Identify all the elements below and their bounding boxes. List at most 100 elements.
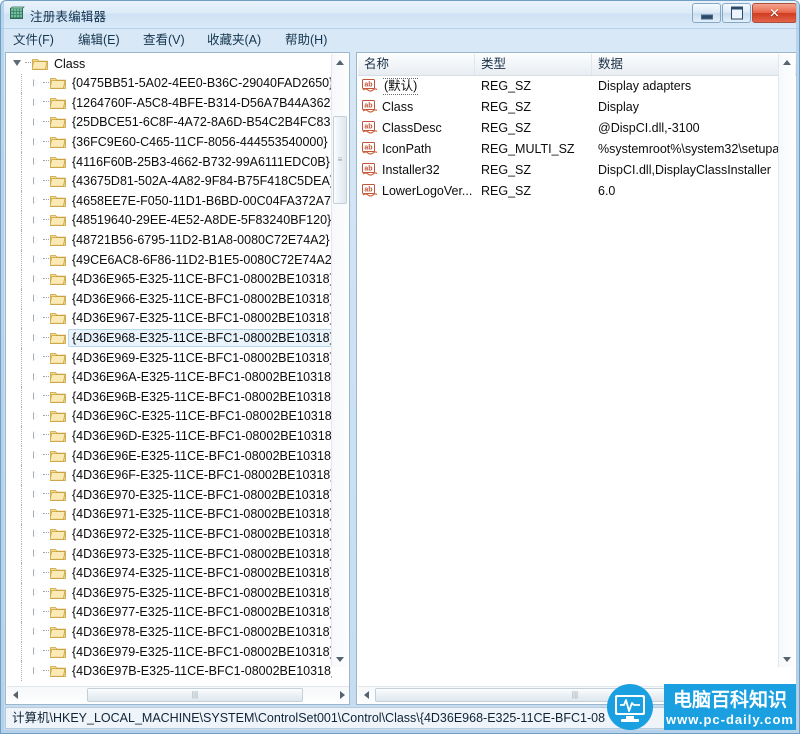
tree-node[interactable]: {4D36E970-E325-11CE-BFC1-08002BE10318} [7, 485, 332, 505]
tree-scroll-thumb[interactable]: ≡ [333, 116, 347, 204]
tree-node[interactable]: {4D36E974-E325-11CE-BFC1-08002BE10318} [7, 563, 332, 584]
tree-node[interactable]: {1264760F-A5C8-4BFE-B314-D56A7B44A362} [7, 93, 332, 113]
expander-icon[interactable] [31, 431, 40, 440]
tree-node[interactable]: {4D36E967-E325-11CE-BFC1-08002BE10318} [7, 308, 332, 329]
values-row[interactable]: ab Installer32 REG_SZ DispCI.dll,DisplayCla… [358, 160, 779, 181]
maximize-icon [730, 6, 743, 20]
expander-icon[interactable] [31, 510, 40, 519]
tree-node[interactable]: {4D36E96A-E325-11CE-BFC1-08002BE10318} [7, 367, 332, 388]
tree-node-root[interactable]: Class [7, 54, 332, 74]
tree-node[interactable]: {4D36E972-E325-11CE-BFC1-08002BE10318} [7, 524, 332, 544]
expander-icon[interactable] [31, 451, 40, 460]
expander-icon[interactable] [31, 334, 40, 343]
tree-node[interactable]: {4D36E979-E325-11CE-BFC1-08002BE10318} [7, 641, 332, 662]
tree-scroll-left-button[interactable] [7, 687, 23, 703]
tree-node[interactable]: {4D36E975-E325-11CE-BFC1-08002BE10318} [7, 583, 332, 603]
values-row[interactable]: ab Class REG_SZ Display [358, 97, 779, 118]
expander-icon[interactable] [31, 138, 40, 147]
expander-icon[interactable] [31, 157, 40, 166]
column-header-type[interactable]: 类型 [475, 54, 592, 75]
expander-icon[interactable] [31, 353, 40, 362]
tree-node[interactable]: {4D36E96D-E325-11CE-BFC1-08002BE10318} [7, 426, 332, 446]
minimize-button[interactable] [692, 3, 721, 23]
expander-icon[interactable] [31, 588, 40, 597]
menu-item-help[interactable]: 帮助(H) [279, 31, 333, 49]
expander-icon[interactable] [31, 79, 40, 88]
values-scroll-right-button[interactable] [781, 687, 796, 703]
values-scroll-left-button[interactable] [358, 687, 374, 703]
expander-icon[interactable] [31, 177, 40, 186]
expander-icon[interactable] [31, 412, 40, 421]
expander-icon[interactable] [31, 373, 40, 382]
expander-icon[interactable] [31, 667, 40, 676]
expander-icon[interactable] [31, 118, 40, 127]
tree-scroll-right-button[interactable] [334, 687, 349, 703]
tree-node[interactable]: {25DBCE51-6C8F-4A72-8A6D-B54C2B4FC835} [7, 112, 332, 133]
values-row[interactable]: ab ClassDesc REG_SZ @DispCI.dll,-3100 [358, 118, 779, 139]
tree-node[interactable]: {48721B56-6795-11D2-B1A8-0080C72E74A2} [7, 230, 332, 250]
tree-node[interactable]: {43675D81-502A-4A82-9F84-B75F418C5DEA} [7, 171, 332, 192]
tree-node[interactable]: {4D36E971-E325-11CE-BFC1-08002BE10318} [7, 504, 332, 525]
values-row[interactable]: ab IconPath REG_MULTI_SZ %systemroot%\syste… [358, 139, 779, 160]
expander-icon[interactable] [31, 314, 40, 323]
tree-node[interactable]: {4D36E968-E325-11CE-BFC1-08002BE10318} [7, 328, 332, 348]
tree-node[interactable]: {0475BB51-5A02-4EE0-B36C-29040FAD2650} [7, 73, 332, 94]
expander-icon[interactable] [31, 608, 40, 617]
tree-node[interactable]: {4D36E96C-E325-11CE-BFC1-08002BE10318} [7, 406, 332, 427]
tree-node[interactable]: {4D36E977-E325-11CE-BFC1-08002BE10318} [7, 602, 332, 623]
expander-icon[interactable] [31, 275, 40, 284]
menu-item-edit[interactable]: 编辑(E) [72, 31, 126, 49]
expander-icon[interactable] [31, 98, 40, 107]
expander-icon[interactable] [31, 216, 40, 225]
close-button[interactable]: ✕ [752, 3, 797, 23]
expander-icon[interactable] [31, 196, 40, 205]
tree-scroll-up-button[interactable] [332, 54, 348, 70]
tree-scroll-down-button[interactable] [332, 651, 348, 667]
values-horizontal-scrollbar[interactable]: ||| [358, 686, 796, 703]
tree-node[interactable]: {48519640-29EE-4E52-A8DE-5F83240BF120} [7, 210, 332, 231]
registry-tree[interactable]: Class {0475BB51-5A02-4EE0-B36C-29040FAD26… [7, 54, 332, 684]
column-header-data[interactable]: 数据 [592, 54, 796, 75]
expander-icon[interactable] [31, 236, 40, 245]
values-scroll-up-button[interactable] [779, 54, 795, 70]
expander-icon[interactable] [31, 255, 40, 264]
expander-icon[interactable] [31, 647, 40, 656]
tree-node[interactable]: {4D36E969-E325-11CE-BFC1-08002BE10318} [7, 347, 332, 368]
tree-hscroll-thumb[interactable]: ||| [87, 688, 303, 702]
tree-node[interactable]: {4D36E965-E325-11CE-BFC1-08002BE10318} [7, 269, 332, 290]
tree-node[interactable]: {4658EE7E-F050-11D1-B6BD-00C04FA372A7} [7, 191, 332, 211]
expander-icon[interactable] [31, 392, 40, 401]
tree-node[interactable]: {4D36E96F-E325-11CE-BFC1-08002BE10318} [7, 465, 332, 486]
tree-node[interactable]: {4D36E97B-E325-11CE-BFC1-08002BE10318} [7, 661, 332, 681]
expander-icon[interactable] [31, 294, 40, 303]
tree-node[interactable]: {49CE6AC8-6F86-11D2-B1E5-0080C72E74A2} [7, 249, 332, 270]
values-list[interactable]: ab (默认) REG_SZ Display adapters ab Class REG_S… [358, 76, 779, 684]
tree-node[interactable]: {4D36E966-E325-11CE-BFC1-08002BE10318} [7, 289, 332, 309]
values-row[interactable]: ab LowerLogoVer... REG_SZ 6.0 [358, 181, 779, 202]
menu-item-file[interactable]: 文件(F) [7, 31, 60, 49]
tree-node[interactable]: {36FC9E60-C465-11CF-8056-444553540000} [7, 132, 332, 152]
values-scroll-down-button[interactable] [779, 651, 795, 667]
tree-node[interactable]: {4D36E978-E325-11CE-BFC1-08002BE10318} [7, 622, 332, 642]
column-header-name[interactable]: 名称 [358, 54, 475, 75]
tree-node[interactable]: {4116F60B-25B3-4662-B732-99A6111EDC0B} [7, 151, 332, 172]
tree-node[interactable]: {4D36E973-E325-11CE-BFC1-08002BE10318} [7, 543, 332, 564]
expander-icon[interactable] [31, 549, 40, 558]
expander-icon[interactable] [31, 529, 40, 538]
values-hscroll-thumb[interactable]: ||| [375, 688, 775, 702]
expander-icon[interactable] [13, 59, 22, 68]
tree-horizontal-scrollbar[interactable]: ||| [7, 686, 349, 703]
values-row[interactable]: ab (默认) REG_SZ Display adapters [358, 76, 779, 97]
tree-node[interactable]: {4D36E96B-E325-11CE-BFC1-08002BE10318} [7, 387, 332, 407]
title-bar[interactable]: 注册表编辑器 ✕ [1, 1, 799, 29]
expander-icon[interactable] [31, 569, 40, 578]
menu-item-favorites[interactable]: 收藏夹(A) [201, 31, 267, 49]
values-vertical-scrollbar[interactable] [778, 54, 795, 667]
tree-vertical-scrollbar[interactable]: ≡ [331, 54, 348, 667]
expander-icon[interactable] [31, 490, 40, 499]
maximize-button[interactable] [722, 3, 751, 23]
menu-item-view[interactable]: 查看(V) [137, 31, 191, 49]
tree-node[interactable]: {4D36E96E-E325-11CE-BFC1-08002BE10318} [7, 445, 332, 466]
expander-icon[interactable] [31, 627, 40, 636]
expander-icon[interactable] [31, 471, 40, 480]
